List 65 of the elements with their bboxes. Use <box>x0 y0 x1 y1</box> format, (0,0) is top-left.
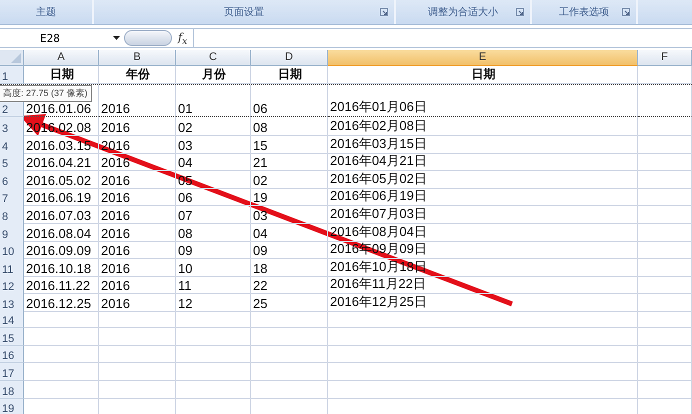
table-cell: 2016 <box>99 134 176 154</box>
table-cell: 18 <box>251 258 328 277</box>
table-cell: 日期 <box>251 66 328 84</box>
table-cell: 2016年05月02日 <box>328 170 638 189</box>
table-cell: 2016.07.03 <box>24 204 99 224</box>
table-cell: 04 <box>251 222 328 242</box>
table-cell: 19 <box>251 187 328 206</box>
table-cell: 25 <box>251 292 328 312</box>
table-cell: 2016 <box>99 85 176 117</box>
table-cell: 2016 <box>99 258 176 277</box>
table-cell: 08 <box>251 117 328 136</box>
table-cell: 2016 <box>99 240 176 260</box>
table-cell: 月份 <box>176 66 251 84</box>
row-height-tooltip: 高度: 27.75 (37 像素) <box>0 85 92 102</box>
table-cell: 03 <box>176 134 251 154</box>
table-cell: 09 <box>251 240 328 260</box>
ribbon-group-label: 工作表选项 <box>559 6 609 19</box>
table-cell: 2016.11.22 <box>24 275 99 294</box>
table-cell: 年份 <box>99 66 176 84</box>
table-cell: 01 <box>176 85 251 117</box>
table-cell: 2016.10.18 <box>24 258 99 277</box>
table-cell: 2016 <box>99 275 176 294</box>
table-cell: 09 <box>176 240 251 260</box>
table-cell: 2016 <box>99 170 176 189</box>
table-cell: 2016年03月15日 <box>328 134 638 154</box>
ribbon-group-label: 调整为合适大小 <box>428 6 498 19</box>
table-cell: 15 <box>251 134 328 154</box>
table-cell: 2016.06.19 <box>24 187 99 206</box>
table-cell: 22 <box>251 275 328 294</box>
table-cell: 21 <box>251 152 328 172</box>
table-cell: 2016 <box>99 222 176 242</box>
table-cell: 2016年02月08日 <box>328 117 638 136</box>
table-cell: 2016 <box>99 152 176 172</box>
table-cell: 2016 <box>99 292 176 312</box>
table-cell: 2016年04月21日 <box>328 152 638 172</box>
table-cell: 2016.05.02 <box>24 170 99 189</box>
table-cell: 06 <box>176 187 251 206</box>
table-cell: 03 <box>251 204 328 224</box>
table-cell: 06 <box>251 85 328 117</box>
table-cell: 04 <box>176 152 251 172</box>
table-cell: 07 <box>176 204 251 224</box>
table-cell: 2016年11月22日 <box>328 275 638 294</box>
table-cell: 2016.03.15 <box>24 134 99 154</box>
table-cell: 02 <box>176 117 251 136</box>
table-cell: 2016.12.25 <box>24 292 99 312</box>
table-cell: 2016 <box>99 204 176 224</box>
table-cell: 2016年01月06日 <box>328 85 638 117</box>
table-cell: 2016.08.04 <box>24 222 99 242</box>
table-cell: 日期 <box>328 66 638 84</box>
table-cell: 2016.09.09 <box>24 240 99 260</box>
ribbon-group-label: 主题 <box>36 6 56 19</box>
table-cell: 10 <box>176 258 251 277</box>
table-cell: 12 <box>176 292 251 312</box>
table-cell: 08 <box>176 222 251 242</box>
ribbon-group-label: 页面设置 <box>224 6 264 19</box>
table-cell: 2016年06月19日 <box>328 187 638 206</box>
table-cell: 2016 <box>99 117 176 136</box>
table-cell: 2016年12月25日 <box>328 292 638 312</box>
table-cell: 2016年07月03日 <box>328 204 638 224</box>
table-cell: 2016年08月04日 <box>328 222 638 242</box>
table-cell: 11 <box>176 275 251 294</box>
table-cell: 2016.04.21 <box>24 152 99 172</box>
table-cell: 02 <box>251 170 328 189</box>
table-cell: 2016 <box>99 187 176 206</box>
table-cell: 日期 <box>24 66 99 84</box>
